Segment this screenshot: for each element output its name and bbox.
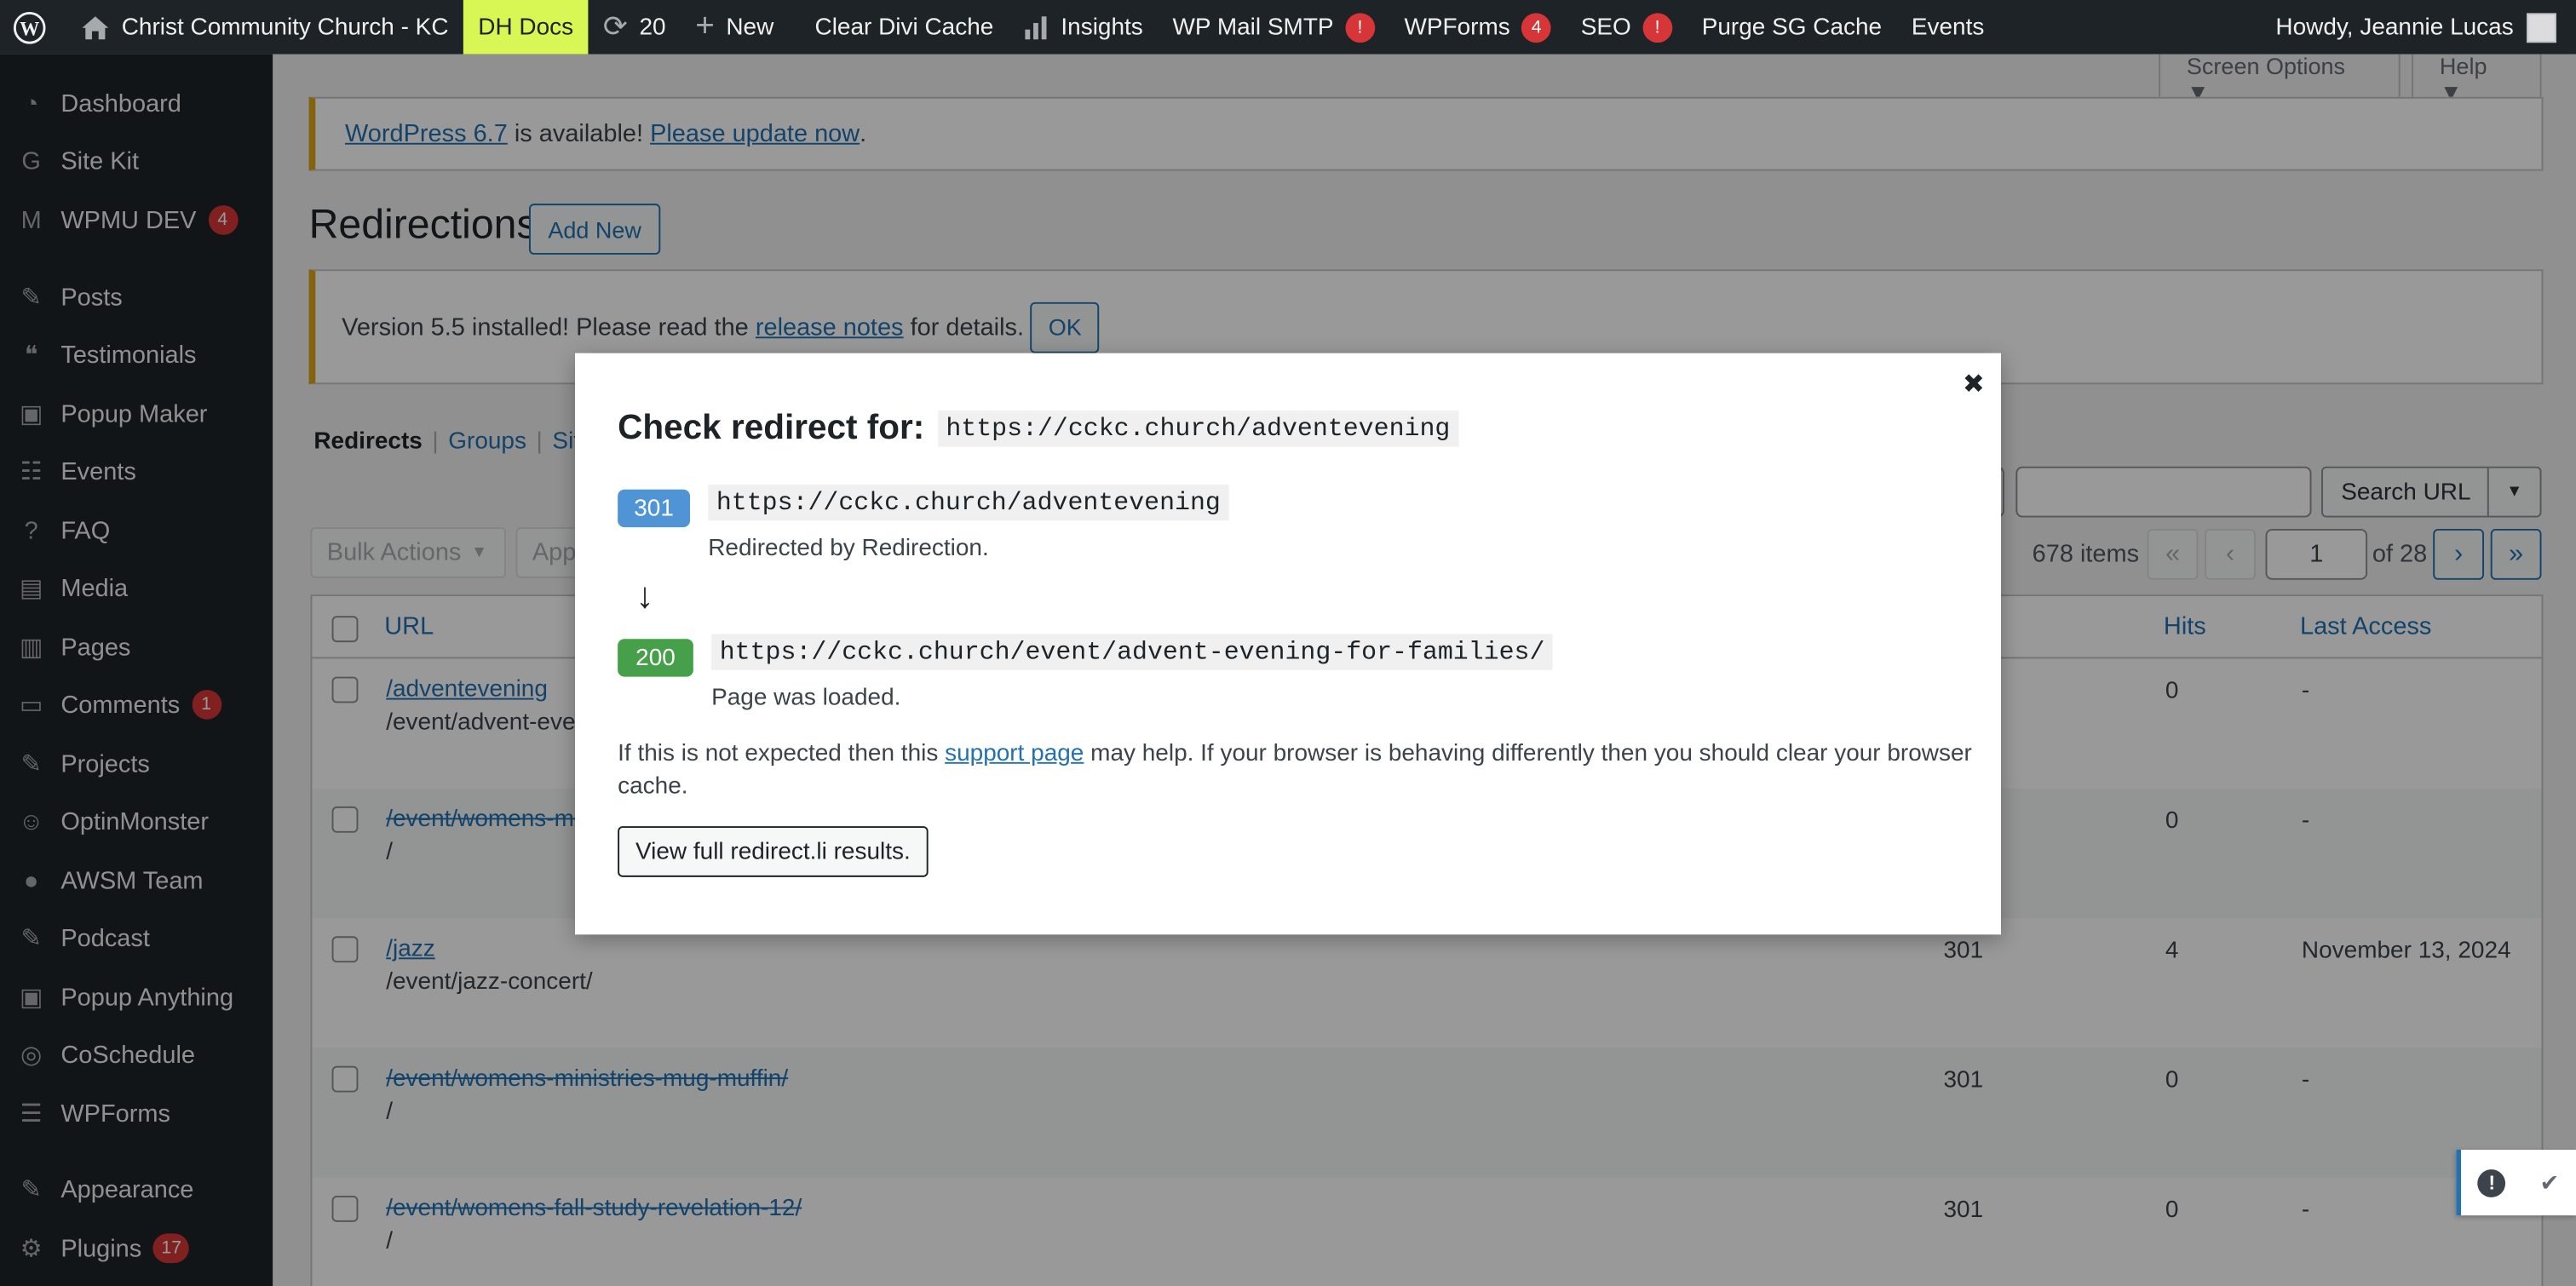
view-full-results-button[interactable]: View full redirect.li results.	[618, 826, 929, 877]
support-page-link[interactable]: support page	[945, 741, 1084, 767]
alert-badge: !	[1642, 12, 1672, 43]
wp-mail-smtp-link[interactable]: WP Mail SMTP !	[1158, 0, 1389, 55]
load-description: Page was loaded.	[711, 685, 901, 712]
modal-title-url: https://cckc.church/adventevening	[937, 410, 1458, 447]
close-icon[interactable]: ✖	[1963, 368, 1985, 401]
admin-bar: W Christ Community Church - KC DH Docs ⟳…	[0, 0, 2576, 55]
dh-docs-link[interactable]: DH Docs	[463, 0, 589, 55]
status-code-badge: 200	[618, 639, 693, 677]
alert-badge: !	[1345, 12, 1375, 43]
alert-icon: !	[2477, 1168, 2506, 1197]
insights-link[interactable]: Insights	[1009, 0, 1158, 55]
redirect-description: Redirected by Redirection.	[708, 535, 989, 562]
refresh-icon: ⟳	[602, 9, 628, 43]
events-link[interactable]: Events	[1896, 0, 1998, 55]
check-icon: ✔	[2539, 1168, 2560, 1196]
new-content-link[interactable]: + New	[681, 0, 789, 55]
help-text: If this is not expected then this suppor…	[618, 740, 1972, 801]
seo-link[interactable]: SEO !	[1566, 0, 1687, 55]
wpforms-link[interactable]: WPForms 4	[1389, 0, 1566, 55]
bar-chart-icon	[1023, 14, 1049, 40]
purge-sg-cache-link[interactable]: Purge SG Cache	[1687, 0, 1896, 55]
arrow-down-icon: ↓	[635, 574, 654, 617]
redirect-target-url: https://cckc.church/event/advent-evening…	[711, 634, 1554, 670]
my-account[interactable]: Howdy, Jeannie Lucas	[2275, 12, 2576, 43]
redirect-source-url: https://cckc.church/adventevening	[708, 484, 1229, 521]
status-widget[interactable]: ! ✔	[2456, 1149, 2576, 1216]
updates-link[interactable]: ⟳ 20	[588, 0, 680, 55]
plus-icon: +	[695, 8, 715, 45]
modal-title: Check redirect for: https://cckc.church/…	[618, 409, 1458, 448]
status-code-badge: 301	[618, 489, 690, 528]
site-name-link[interactable]: Christ Community Church - KC	[66, 0, 463, 55]
clear-divi-cache-link[interactable]: Clear Divi Cache	[789, 0, 1009, 55]
count-badge: 4	[1521, 12, 1551, 43]
avatar	[2527, 12, 2556, 43]
wp-logo-icon[interactable]: W	[0, 0, 66, 55]
svg-text:W: W	[20, 17, 39, 39]
home-icon	[80, 14, 110, 40]
check-redirect-modal: ✖ Check redirect for: https://cckc.churc…	[574, 353, 2001, 935]
